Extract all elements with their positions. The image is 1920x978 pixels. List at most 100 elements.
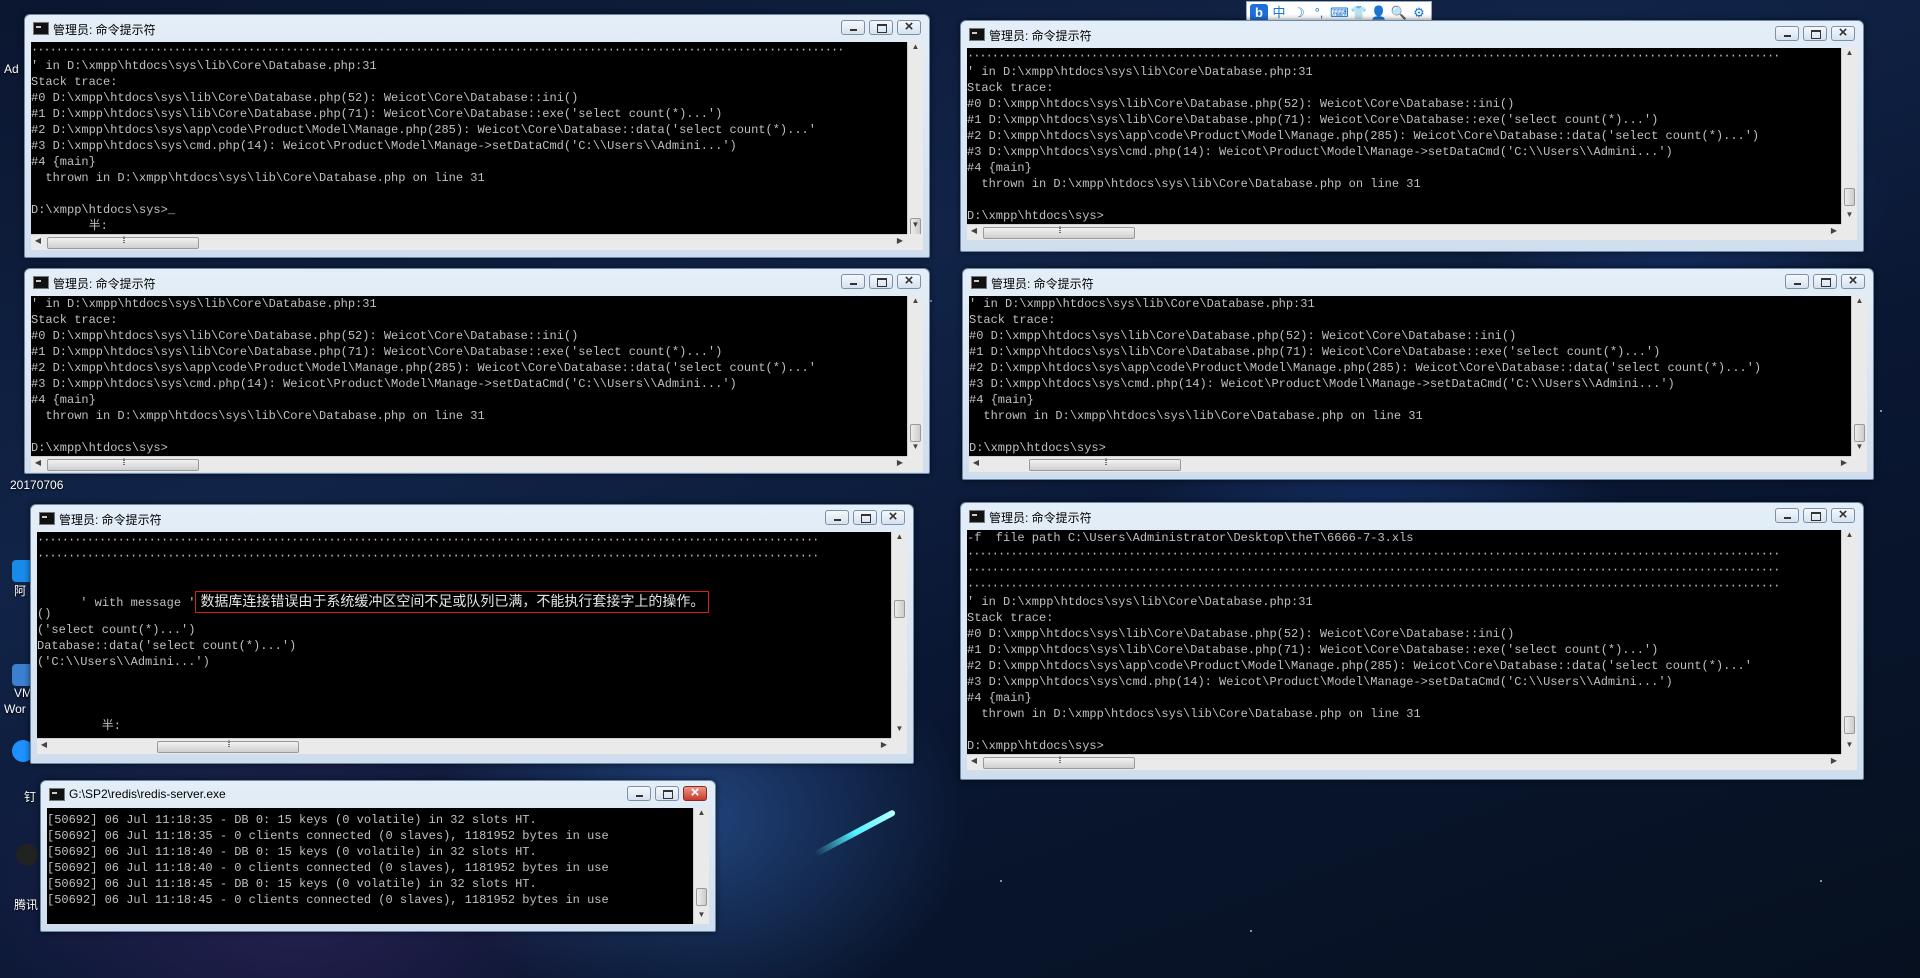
desktop-icon-label[interactable]: 腾讯 (14, 896, 38, 913)
minimize-button[interactable] (841, 274, 865, 289)
maximize-button[interactable] (853, 510, 877, 525)
cmd-window[interactable]: 管理员: 命令提示符 ' in D:\xmpp\htdocs\sys\lib\C… (962, 268, 1874, 480)
resize-grip[interactable] (907, 456, 923, 472)
desktop-folder-label[interactable]: 20170706 (10, 478, 63, 492)
command-prompt[interactable]: D:\xmpp\htdocs\sys> (967, 738, 1841, 754)
scroll-thumb[interactable] (47, 235, 199, 249)
console-output[interactable]: [50692] 06 Jul 11:18:35 - DB 0: 15 keys … (47, 808, 693, 924)
desktop-icon-label[interactable]: 阿 (14, 582, 26, 599)
title-bar[interactable]: 管理员: 命令提示符 (31, 505, 913, 532)
scroll-thumb[interactable] (894, 600, 905, 618)
command-prompt[interactable]: D:\xmpp\htdocs\sys> (969, 440, 1851, 456)
cmd-window[interactable]: 管理员: 命令提示符 ·····························… (30, 504, 914, 764)
minimize-button[interactable] (1775, 26, 1799, 41)
scroll-down-arrow-icon[interactable]: ▼ (1842, 210, 1857, 224)
maximize-button[interactable] (1813, 274, 1837, 289)
title-bar[interactable]: 管理员: 命令提示符 (963, 269, 1873, 296)
resize-grip[interactable] (891, 738, 907, 754)
scroll-up-arrow-icon[interactable]: ▲ (1842, 48, 1857, 62)
desktop-icon-label[interactable]: Wor (4, 702, 26, 716)
scroll-thumb[interactable] (983, 225, 1135, 239)
scroll-up-arrow-icon[interactable]: ▲ (908, 296, 923, 310)
vertical-scrollbar[interactable]: ▲ ▼ (907, 42, 923, 236)
scroll-right-arrow-icon[interactable]: ▶ (893, 236, 907, 245)
scroll-left-arrow-icon[interactable]: ◀ (31, 236, 45, 245)
cmd-window[interactable]: 管理员: 命令提示符 ·····························… (24, 14, 930, 258)
resize-grip[interactable] (1841, 224, 1857, 240)
console-output[interactable]: ' in D:\xmpp\htdocs\sys\lib\Core\Databas… (969, 296, 1851, 456)
redis-server-window[interactable]: G:\SP2\redis\redis-server.exe [50692] 06… (40, 780, 716, 932)
scroll-down-arrow-icon[interactable]: ▼ (1852, 442, 1867, 456)
maximize-button[interactable] (655, 786, 679, 801)
vertical-scrollbar[interactable]: ▲ ▼ (1841, 530, 1857, 754)
command-prompt[interactable]: D:\xmpp\htdocs\sys> (967, 208, 1841, 224)
console-output[interactable]: ········································… (967, 48, 1841, 224)
scroll-left-arrow-icon[interactable]: ◀ (31, 458, 45, 467)
close-button[interactable] (1831, 506, 1855, 523)
scroll-left-arrow-icon[interactable]: ◀ (37, 740, 51, 749)
horizontal-scrollbar[interactable]: ◀ ▶ (967, 224, 1841, 240)
close-button[interactable] (683, 784, 707, 801)
minimize-button[interactable] (627, 786, 651, 801)
vertical-scrollbar[interactable]: ▲ ▼ (1851, 296, 1867, 456)
scroll-down-arrow-icon[interactable]: ▼ (892, 724, 907, 738)
horizontal-scrollbar[interactable]: ◀ ▶ (967, 754, 1841, 770)
title-bar[interactable]: 管理员: 命令提示符 (961, 503, 1863, 530)
command-prompt[interactable]: D:\xmpp\htdocs\sys> (31, 440, 907, 456)
maximize-button[interactable] (1803, 508, 1827, 523)
scroll-up-arrow-icon[interactable]: ▲ (1852, 296, 1867, 310)
horizontal-scrollbar[interactable]: ◀ ▶ (31, 456, 907, 472)
scroll-thumb[interactable] (1854, 424, 1865, 442)
desktop-icon-label[interactable]: 钉 (24, 788, 36, 805)
scroll-right-arrow-icon[interactable]: ▶ (1827, 226, 1841, 235)
qq-icon[interactable] (16, 844, 38, 866)
console-output[interactable]: ' in D:\xmpp\htdocs\sys\lib\Core\Databas… (31, 296, 907, 456)
scroll-up-arrow-icon[interactable]: ▲ (892, 532, 907, 546)
maximize-button[interactable] (869, 274, 893, 289)
close-button[interactable] (897, 18, 921, 35)
scroll-thumb[interactable] (47, 457, 199, 471)
resize-grip[interactable] (907, 234, 923, 250)
desktop-icon-label[interactable]: Ad (4, 62, 19, 76)
vertical-scrollbar[interactable]: ▲ ▼ (907, 296, 923, 456)
minimize-button[interactable] (841, 20, 865, 35)
vertical-scrollbar[interactable]: ▲ ▼ (891, 532, 907, 738)
scroll-down-arrow-icon[interactable]: ▼ (908, 220, 923, 234)
scroll-thumb[interactable] (1029, 457, 1181, 471)
scroll-thumb[interactable] (910, 424, 921, 442)
scroll-down-arrow-icon[interactable]: ▼ (908, 442, 923, 456)
maximize-button[interactable] (869, 20, 893, 35)
resize-grip[interactable] (1841, 754, 1857, 770)
maximize-button[interactable] (1803, 26, 1827, 41)
scroll-thumb[interactable] (983, 755, 1135, 769)
title-bar[interactable]: G:\SP2\redis\redis-server.exe (41, 781, 715, 808)
scroll-right-arrow-icon[interactable]: ▶ (893, 458, 907, 467)
close-button[interactable] (881, 508, 905, 525)
minimize-button[interactable] (1775, 508, 1799, 523)
cmd-window[interactable]: 管理员: 命令提示符 ·····························… (960, 20, 1864, 252)
close-button[interactable] (897, 272, 921, 289)
horizontal-scrollbar[interactable]: ◀ ▶ (969, 456, 1851, 472)
title-bar[interactable]: 管理员: 命令提示符 (25, 15, 929, 42)
console-output[interactable]: ········································… (37, 532, 891, 738)
scroll-thumb[interactable] (157, 739, 299, 753)
vertical-scrollbar[interactable]: ▲ ▼ (1841, 48, 1857, 224)
scroll-left-arrow-icon[interactable]: ◀ (967, 756, 981, 765)
scroll-right-arrow-icon[interactable]: ▶ (1827, 756, 1841, 765)
resize-grip[interactable] (1851, 456, 1867, 472)
minimize-button[interactable] (825, 510, 849, 525)
command-prompt[interactable]: D:\xmpp\htdocs\sys>_ (31, 202, 907, 218)
vertical-scrollbar[interactable]: ▲ ▼ (693, 808, 709, 924)
minimize-button[interactable] (1785, 274, 1809, 289)
scroll-right-arrow-icon[interactable]: ▶ (877, 740, 891, 749)
scroll-left-arrow-icon[interactable]: ◀ (967, 226, 981, 235)
scroll-up-arrow-icon[interactable]: ▲ (908, 42, 923, 56)
cmd-window[interactable]: 管理员: 命令提示符 -f file path C:\Users\Adminis… (960, 502, 1864, 780)
horizontal-scrollbar[interactable]: ◀ ▶ (31, 234, 907, 250)
console-output[interactable]: -f file path C:\Users\Administrator\Desk… (967, 530, 1841, 754)
close-button[interactable] (1831, 24, 1855, 41)
scroll-right-arrow-icon[interactable]: ▶ (1837, 458, 1851, 467)
scroll-up-arrow-icon[interactable]: ▲ (694, 808, 709, 822)
scroll-thumb[interactable] (1844, 188, 1855, 206)
scroll-thumb[interactable] (1844, 716, 1855, 734)
